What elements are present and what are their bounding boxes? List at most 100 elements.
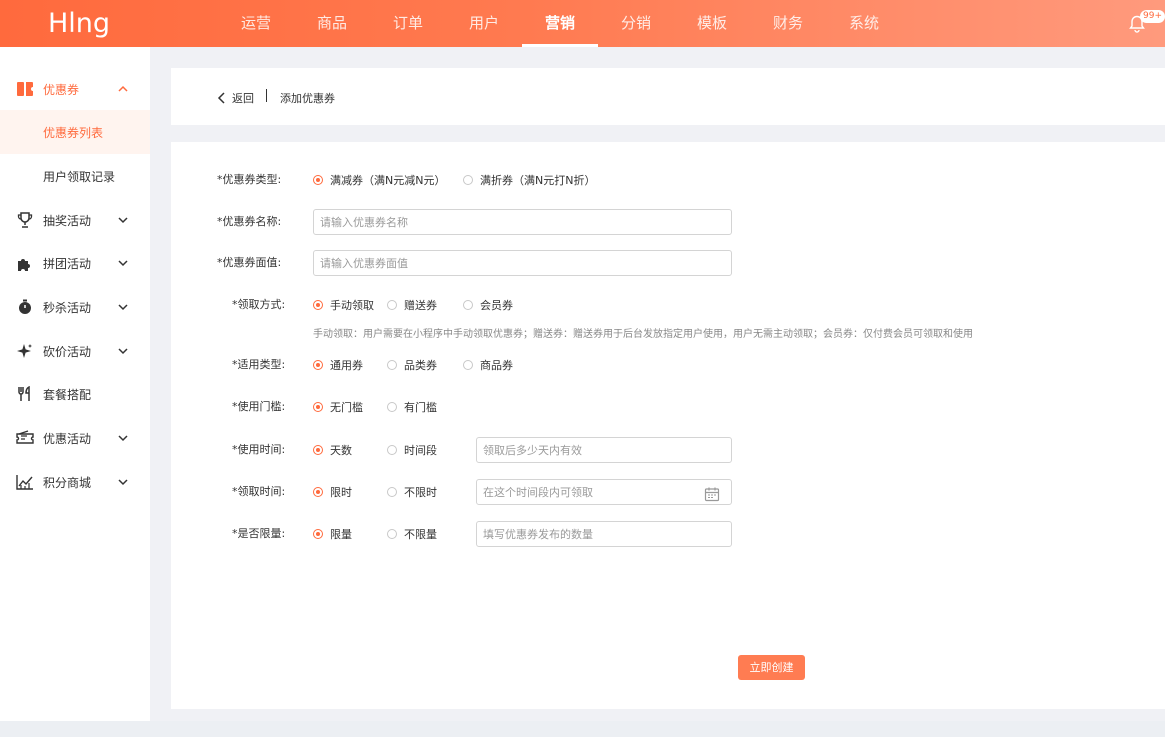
sidebar-item-bundle[interactable]: 套餐搭配 xyxy=(0,372,150,416)
radio-has-threshold[interactable]: 有门槛 xyxy=(387,394,437,420)
utensils-icon xyxy=(16,385,34,403)
sidebar-item-label: 秒杀活动 xyxy=(43,300,92,315)
sidebar-item-label: 优惠券 xyxy=(43,82,80,97)
radio-unchecked-icon xyxy=(463,300,473,310)
radio-label: 不限量 xyxy=(404,528,437,541)
nav-item-marketing[interactable]: 营销 xyxy=(522,0,598,47)
sidebar-item-points-mall[interactable]: 积分商城 xyxy=(0,460,150,504)
radio-label: 会员券 xyxy=(480,299,513,312)
radio-manual-claim[interactable]: 手动领取 xyxy=(313,292,374,318)
field-label: *使用门槛: xyxy=(232,400,286,413)
sidebar-item-bargain[interactable]: 砍价活动 xyxy=(0,329,150,373)
radio-unlimited-quantity[interactable]: 不限量 xyxy=(387,521,437,547)
radio-no-threshold[interactable]: 无门槛 xyxy=(313,394,363,420)
sidebar-item-label: 套餐搭配 xyxy=(43,387,92,402)
nav-item-templates[interactable]: 模板 xyxy=(674,0,750,47)
coupon-name-input[interactable] xyxy=(313,209,732,235)
quantity-input[interactable] xyxy=(476,521,732,547)
radio-product[interactable]: 商品券 xyxy=(463,352,513,378)
field-claim-time: *领取时间: 限时 不限时 xyxy=(171,479,1165,505)
main-nav: 运营 商品 订单 用户 营销 分销 模板 财务 系统 xyxy=(218,0,902,47)
app-logo[interactable]: Hlng xyxy=(48,8,110,39)
radio-full-reduction[interactable]: 满减券（满N元减N元） xyxy=(313,167,445,193)
coupon-value-input[interactable] xyxy=(313,250,732,276)
nav-item-orders[interactable]: 订单 xyxy=(370,0,446,47)
claim-period-input[interactable] xyxy=(476,479,732,505)
nav-item-system[interactable]: 系统 xyxy=(826,0,902,47)
chevron-down-icon xyxy=(118,479,128,486)
radio-days[interactable]: 天数 xyxy=(313,437,352,463)
sidebar-item-label: 优惠活动 xyxy=(43,431,92,446)
top-navbar: Hlng 运营 商品 订单 用户 营销 分销 模板 财务 系统 99+ xyxy=(0,0,1165,47)
nav-item-distribution[interactable]: 分销 xyxy=(598,0,674,47)
sidebar-item-group-buy[interactable]: 拼团活动 xyxy=(0,241,150,285)
radio-time-range[interactable]: 时间段 xyxy=(387,437,437,463)
chevron-down-icon xyxy=(118,435,128,442)
radio-checked-icon xyxy=(313,402,323,412)
nav-item-users[interactable]: 用户 xyxy=(446,0,522,47)
chevron-down-icon xyxy=(118,304,128,311)
sidebar-item-flash-sale[interactable]: 秒杀活动 xyxy=(0,285,150,329)
radio-label: 有门槛 xyxy=(404,401,437,414)
radio-label: 限时 xyxy=(330,486,352,499)
chevron-down-icon xyxy=(118,260,128,267)
radio-time-limited[interactable]: 限时 xyxy=(313,479,352,505)
trophy-icon xyxy=(16,211,34,229)
radio-label: 天数 xyxy=(330,444,352,457)
radio-label: 满减券（满N元减N元） xyxy=(330,174,446,187)
sidebar-item-lottery[interactable]: 抽奖活动 xyxy=(0,198,150,242)
radio-unchecked-icon xyxy=(387,402,397,412)
sidebar-item-coupons[interactable]: 优惠券 xyxy=(0,67,150,111)
page-header: 返回 添加优惠券 xyxy=(171,68,1165,125)
nav-item-operations[interactable]: 运营 xyxy=(218,0,294,47)
sidebar-subitem-label: 优惠券列表 xyxy=(43,125,104,140)
radio-label: 限量 xyxy=(330,528,352,541)
field-label: *领取时间: xyxy=(232,485,286,498)
field-coupon-name: *优惠券名称: xyxy=(171,209,1165,235)
field-quantity-limit: *是否限量: 限量 不限量 xyxy=(171,521,1165,547)
field-label: *优惠券名称: xyxy=(217,215,282,228)
back-button[interactable]: 返回 xyxy=(217,90,254,106)
sparkle-icon xyxy=(16,342,34,360)
radio-unchecked-icon xyxy=(387,445,397,455)
nav-item-products[interactable]: 商品 xyxy=(294,0,370,47)
radio-label: 不限时 xyxy=(404,486,437,499)
field-claim-method: *领取方式: 手动领取 赠送券 会员券 xyxy=(171,292,1165,318)
field-coupon-type: *优惠券类型: 满减券（满N元减N元） 满折券（满N元打N折） xyxy=(171,167,1165,193)
radio-unlimited-time[interactable]: 不限时 xyxy=(387,479,437,505)
puzzle-icon xyxy=(16,254,34,272)
claim-method-hint: 手动领取：用户需要在小程序中手动领取优惠券；赠送券：赠送券用于后台发放指定用户使… xyxy=(313,329,973,340)
radio-unchecked-icon xyxy=(463,360,473,370)
chevron-up-icon xyxy=(118,85,128,92)
calendar-icon[interactable] xyxy=(704,486,720,502)
radio-checked-icon xyxy=(313,529,323,539)
radio-limited-quantity[interactable]: 限量 xyxy=(313,521,352,547)
valid-days-input[interactable] xyxy=(476,437,732,463)
radio-label: 满折券（满N元打N折） xyxy=(480,174,596,187)
sidebar-subitem-claim-records[interactable]: 用户领取记录 xyxy=(0,154,150,198)
radio-checked-icon xyxy=(313,175,323,185)
sidebar-subitem-coupon-list[interactable]: 优惠券列表 xyxy=(0,110,150,154)
sidebar-item-promotions[interactable]: 优惠活动 xyxy=(0,416,150,460)
radio-checked-icon xyxy=(313,300,323,310)
create-button[interactable]: 立即创建 xyxy=(738,655,805,680)
back-label: 返回 xyxy=(232,92,254,105)
radio-label: 手动领取 xyxy=(330,299,374,312)
radio-unchecked-icon xyxy=(387,487,397,497)
radio-label: 时间段 xyxy=(404,444,437,457)
nav-item-finance[interactable]: 财务 xyxy=(750,0,826,47)
radio-unchecked-icon xyxy=(387,529,397,539)
field-label: *适用类型: xyxy=(232,358,286,371)
radio-discount[interactable]: 满折券（满N元打N折） xyxy=(463,167,595,193)
breadcrumb-divider xyxy=(266,89,267,102)
sidebar-item-label: 砍价活动 xyxy=(43,344,92,359)
radio-category[interactable]: 品类券 xyxy=(387,352,437,378)
radio-gift-coupon[interactable]: 赠送券 xyxy=(387,292,437,318)
radio-unchecked-icon xyxy=(387,300,397,310)
radio-member-coupon[interactable]: 会员券 xyxy=(463,292,513,318)
field-applicable-type: *适用类型: 通用券 品类券 商品券 xyxy=(171,352,1165,378)
radio-general[interactable]: 通用券 xyxy=(313,352,363,378)
ticket-icon xyxy=(16,429,34,447)
sidebar: 优惠券 优惠券列表 用户领取记录 抽奖活动 拼团活动 秒杀活动 砍价活动 套餐搭… xyxy=(0,47,150,721)
chevron-down-icon xyxy=(118,217,128,224)
